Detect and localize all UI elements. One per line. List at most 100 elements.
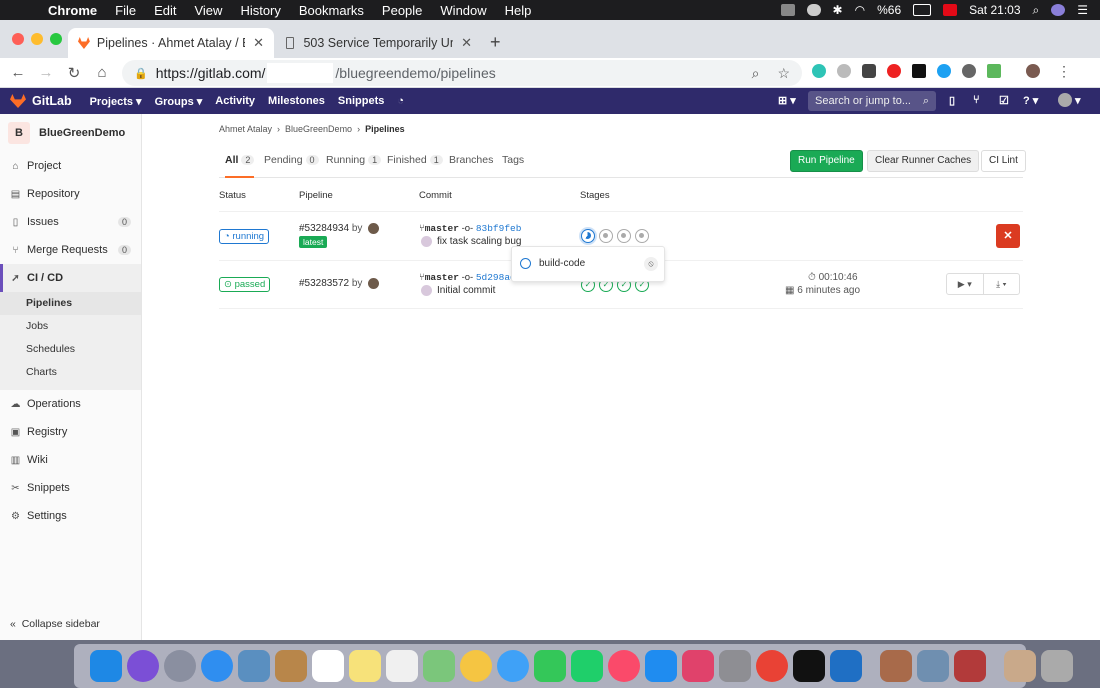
browser-tab-pipelines[interactable]: Pipelines · Ahmet Atalay / BlueG ✕ [68,28,274,58]
global-search-input[interactable]: Search or jump to... ⌕ [808,91,936,111]
document-stack-icon[interactable] [880,650,912,682]
status-badge[interactable]: ◔ running [219,229,270,244]
trash-icon[interactable] [1041,650,1073,682]
stage-created-icon[interactable] [617,229,631,243]
menu-people[interactable]: People [382,3,422,18]
tab-close-icon[interactable]: ✕ [253,35,264,51]
chrome-icon[interactable] [756,650,788,682]
job-name-link[interactable]: build-code [539,258,585,269]
commit-message[interactable]: fix task scaling bug [437,236,522,247]
nav-activity[interactable]: Activity [215,95,255,107]
subnav-jobs[interactable]: Jobs [0,315,141,338]
browser-tab-503[interactable]: 503 Service Temporarily Unava ✕ [276,28,482,58]
home-icon[interactable]: ⌂ [88,64,116,81]
dictionary-icon[interactable] [954,650,986,682]
forward-icon[interactable]: → [32,64,60,81]
photos-icon[interactable] [460,650,492,682]
chrome-menu-icon[interactable]: ⋮ [1057,64,1071,78]
breadcrumb-project[interactable]: BlueGreenDemo [285,124,352,134]
subnav-schedules[interactable]: Schedules [0,338,141,361]
merge-requests-nav-icon[interactable]: ⑂ [973,94,980,106]
input-source-flag-icon[interactable] [943,4,958,16]
facetime-icon[interactable] [534,650,566,682]
commit-author-avatar[interactable] [421,285,432,296]
ci-lint-button[interactable]: CI Lint [981,150,1026,172]
screenshot-stack-icon[interactable] [917,650,949,682]
calendar-icon[interactable] [312,650,344,682]
share-extension-icon[interactable] [987,64,1001,78]
extension-icon[interactable] [912,64,926,78]
stage-created-icon[interactable] [599,229,613,243]
tab-pending[interactable]: Pending 0 [264,154,319,166]
profile-avatar[interactable] [1026,64,1040,78]
commit-sha-link[interactable]: 83bf9feb [476,223,522,234]
sidebar-item-repository[interactable]: ▤ Repository [0,180,141,208]
tab-branches[interactable]: Branches [449,154,493,166]
pycharm-icon[interactable] [571,650,603,682]
sidebar-item-issues[interactable]: ▯ Issues 0 [0,208,141,236]
sidebar-project-header[interactable]: B BlueGreenDemo [0,114,141,152]
new-tab-icon[interactable]: + [490,32,501,53]
finder-icon[interactable] [90,650,122,682]
maps-icon[interactable] [423,650,455,682]
commit-sha-link[interactable]: 5d298ad [476,272,516,283]
nav-snippets[interactable]: Snippets [338,95,384,107]
extension-icon[interactable] [812,64,826,78]
new-item-plus-icon[interactable]: ⊞ ▾ [778,94,796,107]
nav-projects[interactable]: Projects ▾ [90,95,142,108]
help-icon[interactable]: ? ▾ [1023,94,1038,107]
back-icon[interactable]: ← [4,64,32,81]
stage-running-icon[interactable] [581,229,595,243]
tab-running[interactable]: Running 1 [326,154,382,166]
user-avatar[interactable] [368,223,380,234]
cancel-pipeline-button[interactable]: ✕ [996,224,1020,248]
messages-icon[interactable] [497,650,529,682]
run-pipeline-button[interactable]: Run Pipeline [790,150,863,172]
user-avatar[interactable] [1058,93,1072,107]
pipeline-id-link[interactable]: #53284934 [299,223,349,234]
bluetooth-icon[interactable]: ✱ [833,3,843,17]
wifi-icon[interactable]: ◠ [855,3,865,17]
safari-icon[interactable] [201,650,233,682]
tab-tags[interactable]: Tags [502,154,524,166]
collapse-sidebar-button[interactable]: « Collapse sidebar [10,618,100,630]
extension-icon[interactable] [937,64,951,78]
notes-icon[interactable] [349,650,381,682]
drive-extension-icon[interactable] [837,64,851,78]
sidebar-item-registry[interactable]: ▣ Registry [0,418,141,446]
notebook-icon[interactable] [275,650,307,682]
photos-preview-icon[interactable] [238,650,270,682]
commit-author-avatar[interactable] [421,236,432,247]
download-artifacts-button[interactable]: ⤓ ▾ [984,279,1020,290]
todos-nav-icon[interactable]: ☑ [999,94,1009,107]
menu-edit[interactable]: Edit [154,3,176,18]
cancel-job-icon[interactable]: ⦸ [644,257,658,271]
nav-milestones[interactable]: Milestones [268,95,325,107]
sidebar-item-project[interactable]: ⌂ Project [0,152,141,180]
window-minimize-icon[interactable] [31,33,43,45]
subnav-charts[interactable]: Charts [0,361,141,384]
bookmark-star-icon[interactable]: ☆ [777,65,790,82]
clock[interactable]: Sat 21:03 [969,3,1020,17]
stage-created-icon[interactable] [635,229,649,243]
window-close-icon[interactable] [12,33,24,45]
sidebar-item-ci-cd[interactable]: ➚ CI / CD [0,264,141,292]
gitlab-logo[interactable]: GitLab [10,94,72,108]
sidebar-item-operations[interactable]: ☁ Operations [0,390,141,418]
cloud-icon[interactable] [806,4,821,16]
chevron-down-icon[interactable]: ▾ [1075,94,1081,107]
subnav-pipelines[interactable]: Pipelines [0,292,141,315]
sidebar-item-snippets[interactable]: ✂ Snippets [0,474,141,502]
play-manual-jobs-button[interactable]: ▶ ▾ [947,279,983,290]
sidebar-item-wiki[interactable]: ▥ Wiki [0,446,141,474]
clear-runner-caches-button[interactable]: Clear Runner Caches [867,150,980,172]
reminders-icon[interactable] [386,650,418,682]
user-avatar[interactable] [368,278,380,289]
menu-window[interactable]: Window [440,3,486,18]
commit-message[interactable]: Initial commit [437,285,495,296]
terminal-icon[interactable] [793,650,825,682]
zoom-icon[interactable]: ⌕ [752,65,760,82]
tab-all[interactable]: All 2 [225,154,255,178]
tab-finished[interactable]: Finished 1 [387,154,443,166]
menu-bookmarks[interactable]: Bookmarks [299,3,364,18]
